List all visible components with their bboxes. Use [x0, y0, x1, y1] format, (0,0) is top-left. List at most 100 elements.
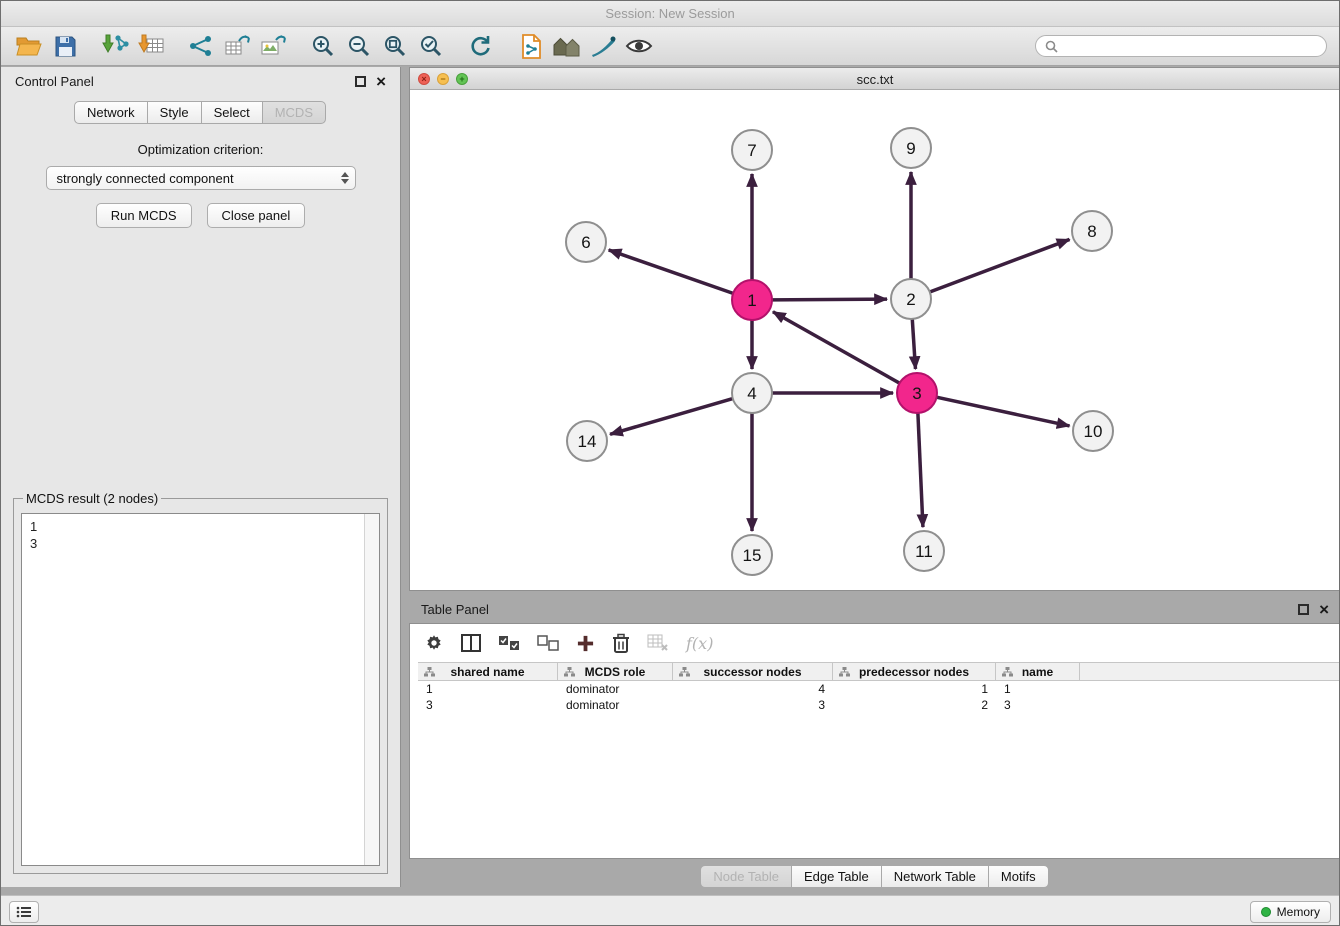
column-header-predecessor-nodes[interactable]: predecessor nodes: [833, 663, 996, 680]
node-10[interactable]: 10: [1073, 411, 1113, 451]
network-window-titlebar[interactable]: × − + scc.txt: [410, 68, 1340, 90]
edge-2-3[interactable]: [912, 319, 915, 369]
close-panel-icon[interactable]: ×: [376, 76, 386, 87]
mcds-result-item[interactable]: 3: [30, 535, 357, 552]
network-canvas[interactable]: 7 9 6 8 1 2 4 3 14 10 15 11: [410, 90, 1340, 591]
float-panel-icon[interactable]: [355, 76, 366, 87]
delete-table-button[interactable]: [647, 634, 669, 652]
network-overview-button[interactable]: [183, 30, 219, 62]
close-window-icon[interactable]: ×: [418, 73, 430, 85]
unselect-all-columns-button[interactable]: [537, 635, 559, 652]
edge-3-11[interactable]: [918, 413, 923, 527]
edge-2-8[interactable]: [930, 239, 1070, 292]
export-image-button[interactable]: [255, 30, 291, 62]
edge-1-2[interactable]: [772, 299, 887, 300]
edge-1-6[interactable]: [609, 250, 733, 293]
control-tab-style[interactable]: Style: [147, 101, 202, 124]
control-panel-title: Control Panel: [15, 74, 94, 89]
mcds-result-list[interactable]: 13: [21, 513, 380, 866]
export-table-icon: [224, 34, 251, 58]
column-header-name[interactable]: name: [996, 663, 1080, 680]
float-table-panel-icon[interactable]: [1298, 604, 1309, 615]
node-1[interactable]: 1: [732, 280, 772, 320]
svg-text:8: 8: [1087, 222, 1096, 241]
result-scrollbar[interactable]: [364, 514, 379, 865]
memory-button[interactable]: Memory: [1250, 901, 1331, 923]
application-window: Session: New Session: [0, 0, 1340, 926]
export-table-button[interactable]: [219, 30, 255, 62]
zoom-selected-icon: [419, 34, 443, 58]
refresh-view-button[interactable]: [463, 30, 499, 62]
column-header-successor-nodes[interactable]: successor nodes: [673, 663, 833, 680]
home-layout-button[interactable]: [549, 30, 585, 62]
plus-icon: [576, 634, 595, 653]
mcds-result-group: MCDS result (2 nodes) 13: [13, 491, 388, 874]
control-tab-mcds[interactable]: MCDS: [262, 101, 326, 124]
table-row[interactable]: 1dominator411: [418, 681, 1340, 697]
add-row-button[interactable]: [576, 634, 595, 653]
node-14[interactable]: 14: [567, 421, 607, 461]
select-all-columns-button[interactable]: [498, 635, 520, 652]
table-tab-edge-table[interactable]: Edge Table: [791, 865, 882, 888]
zoom-fit-button[interactable]: [377, 30, 413, 62]
node-4[interactable]: 4: [732, 373, 772, 413]
close-panel-button[interactable]: Close panel: [207, 203, 306, 228]
node-15[interactable]: 15: [732, 535, 772, 575]
show-graphics-button[interactable]: [621, 30, 657, 62]
table-tab-network-table[interactable]: Network Table: [881, 865, 989, 888]
criterion-select[interactable]: strongly connected component: [46, 166, 356, 190]
svg-text:14: 14: [578, 432, 597, 451]
show-columns-button[interactable]: [461, 634, 481, 652]
import-table-button[interactable]: [133, 30, 169, 62]
apply-style-button[interactable]: [585, 30, 621, 62]
node-7[interactable]: 7: [732, 130, 772, 170]
node-11[interactable]: 11: [904, 531, 944, 571]
save-session-button[interactable]: [47, 30, 83, 62]
node-2[interactable]: 2: [891, 279, 931, 319]
function-builder-button[interactable]: f(x): [686, 634, 713, 653]
search-box[interactable]: [1035, 35, 1327, 57]
network-share-icon: [189, 35, 213, 57]
edge-4-14[interactable]: [610, 399, 733, 435]
import-network-button[interactable]: [97, 30, 133, 62]
minimize-window-icon[interactable]: −: [437, 73, 449, 85]
first-neighbors-button[interactable]: [513, 30, 549, 62]
status-bar: Memory: [1, 895, 1339, 926]
edge-3-10[interactable]: [937, 397, 1070, 426]
table-cell: 4: [673, 682, 833, 696]
svg-text:7: 7: [747, 141, 756, 160]
zoom-in-icon: [311, 34, 335, 58]
open-folder-icon: [16, 36, 42, 57]
zoom-selected-button[interactable]: [413, 30, 449, 62]
maximize-window-icon[interactable]: +: [456, 73, 468, 85]
node-9[interactable]: 9: [891, 128, 931, 168]
node-3[interactable]: 3: [897, 373, 937, 413]
zoom-in-button[interactable]: [305, 30, 341, 62]
column-header-MCDS-role[interactable]: MCDS role: [558, 663, 673, 680]
table-row[interactable]: 3dominator323: [418, 697, 1340, 713]
column-header-shared-name[interactable]: shared name: [418, 663, 558, 680]
criterion-value: strongly connected component: [57, 171, 234, 186]
open-session-button[interactable]: [11, 30, 47, 62]
table-cell: dominator: [558, 698, 673, 712]
delete-row-button[interactable]: [612, 633, 630, 653]
search-input[interactable]: [1064, 39, 1317, 54]
control-tab-select[interactable]: Select: [201, 101, 263, 124]
network-view-window: × − + scc.txt 7 9 6 8 1 2 4 3 14 10 15 11: [409, 67, 1340, 591]
task-history-button[interactable]: [9, 901, 39, 923]
svg-text:10: 10: [1084, 422, 1103, 441]
table-tab-motifs[interactable]: Motifs: [988, 865, 1049, 888]
close-table-panel-icon[interactable]: ×: [1319, 604, 1329, 615]
search-icon: [1045, 40, 1058, 53]
run-mcds-button[interactable]: Run MCDS: [96, 203, 192, 228]
table-settings-button[interactable]: [424, 633, 444, 653]
node-6[interactable]: 6: [566, 222, 606, 262]
mcds-result-item[interactable]: 1: [30, 518, 357, 535]
zoom-out-button[interactable]: [341, 30, 377, 62]
control-tab-network[interactable]: Network: [74, 101, 148, 124]
eye-icon: [625, 37, 653, 55]
edge-3-1[interactable]: [773, 312, 900, 383]
node-8[interactable]: 8: [1072, 211, 1112, 251]
gear-icon: [424, 633, 444, 653]
table-tab-node-table[interactable]: Node Table: [700, 865, 792, 888]
